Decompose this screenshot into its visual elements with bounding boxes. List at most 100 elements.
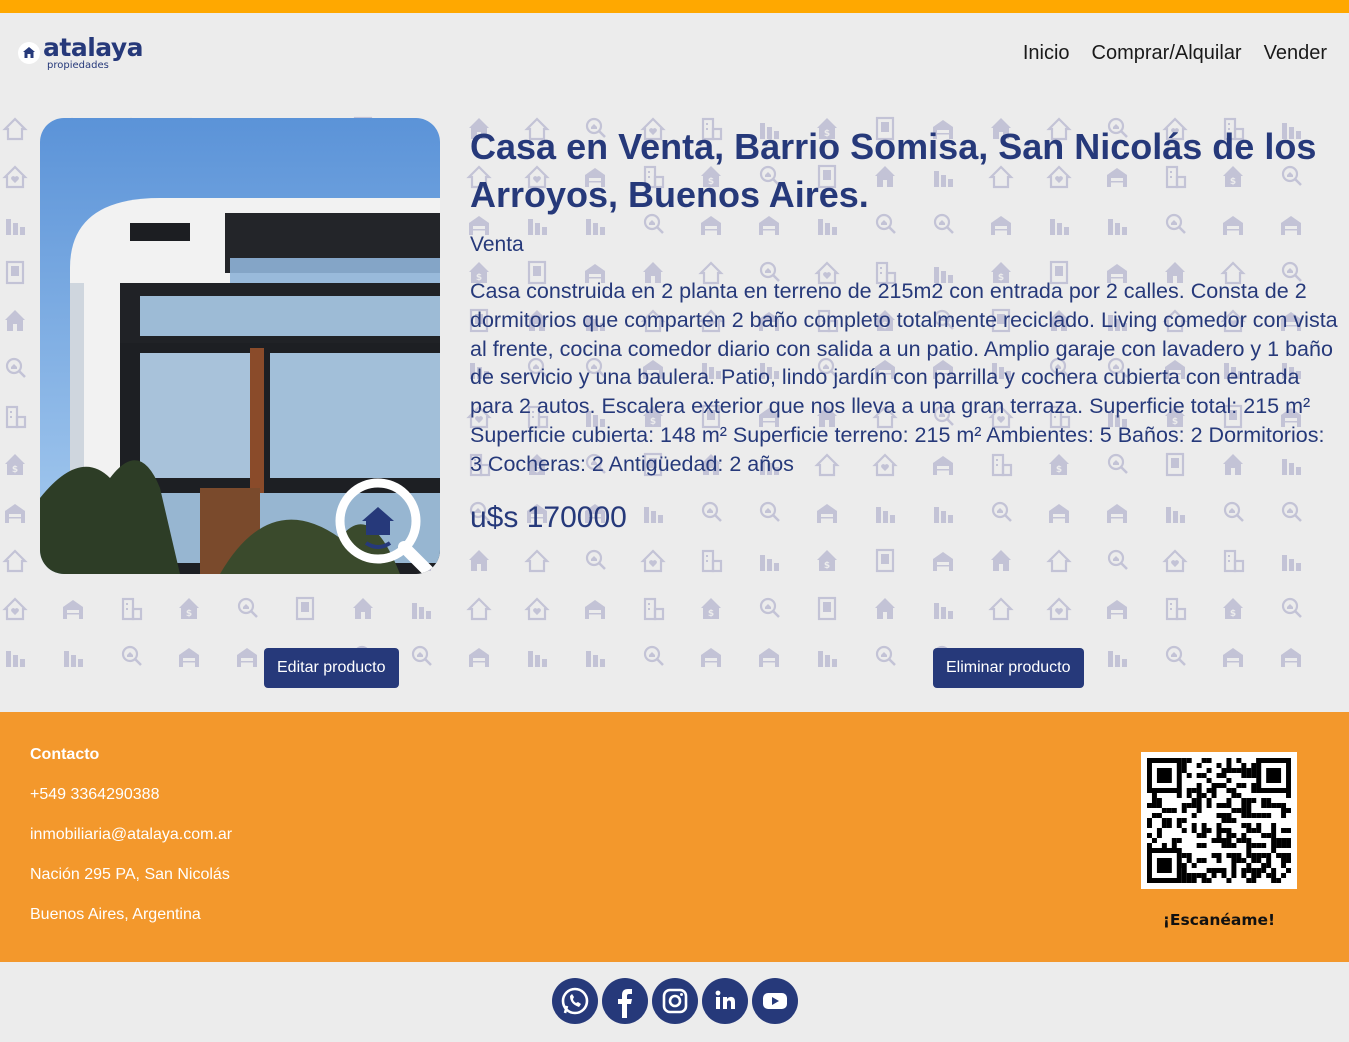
pattern-icon <box>411 645 433 667</box>
linkedin-icon[interactable] <box>702 978 748 1024</box>
logo-wordmark: atalaya <box>43 33 144 62</box>
pattern-icon <box>6 651 25 667</box>
pattern-icon <box>1282 555 1301 571</box>
social-links <box>552 978 798 1024</box>
pattern-icon <box>525 597 549 621</box>
pattern-icon <box>3 549 27 573</box>
pattern-icon <box>875 598 895 619</box>
contact-address: Nación 295 PA, San Nicolás <box>30 866 230 883</box>
site-footer: Contacto +549 3364290388 inmobiliaria@at… <box>0 712 1349 962</box>
main-nav: Inicio Comprar/Alquilar Vender <box>1023 42 1327 65</box>
pattern-icon <box>5 405 27 429</box>
pattern-icon <box>643 645 665 667</box>
pattern-icon <box>64 651 83 667</box>
pattern-icon <box>179 648 199 667</box>
nav-comprar-alquilar[interactable]: Comprar/Alquilar <box>1092 42 1242 65</box>
pattern-icon <box>5 504 25 523</box>
property-detail: $ Casa en Venta, Barrio Somisa, San Nico… <box>0 93 1349 712</box>
pattern-icon <box>875 645 897 667</box>
pattern-icon <box>760 555 779 571</box>
pattern-icon <box>585 600 605 619</box>
property-description: Casa construida en 2 planta en terreno d… <box>470 279 1338 476</box>
pattern-icon <box>5 260 25 285</box>
pattern-icon <box>643 597 665 621</box>
pattern-icon <box>237 597 259 619</box>
property-photo[interactable] <box>40 118 440 574</box>
pattern-icon <box>989 597 1013 621</box>
contact-email[interactable]: inmobiliaria@atalaya.com.ar <box>30 826 232 844</box>
property-operation: Venta <box>470 233 524 256</box>
pattern-icon <box>121 597 143 621</box>
pattern-icon <box>3 165 27 189</box>
pattern-icon <box>875 548 895 573</box>
pattern-icon <box>1165 645 1187 667</box>
pattern-icon <box>1281 648 1301 667</box>
pattern-icon <box>3 117 27 141</box>
instagram-icon[interactable] <box>652 978 698 1024</box>
pattern-icon <box>1281 597 1303 619</box>
pattern-icon <box>353 598 373 619</box>
pattern-icon <box>1107 600 1127 619</box>
pattern-icon <box>1223 648 1243 667</box>
pattern-icon <box>467 597 491 621</box>
pattern-icon <box>469 550 489 571</box>
logo-tagline: propiedades <box>47 60 109 71</box>
contact-phone[interactable]: +549 3364290388 <box>30 786 232 804</box>
nav-vender[interactable]: Vender <box>1264 42 1327 65</box>
pattern-icon <box>1047 549 1071 573</box>
pattern-icon <box>817 596 837 621</box>
pattern-icon <box>701 549 723 573</box>
contact-city: Buenos Aires, Argentina <box>30 906 201 923</box>
pattern-icon <box>818 651 837 667</box>
pattern-icon <box>1047 597 1071 621</box>
pattern-icon <box>63 600 83 619</box>
pattern-icon <box>528 651 547 667</box>
pattern-icon <box>586 651 605 667</box>
top-accent-bar <box>0 0 1349 13</box>
pattern-icon <box>5 357 27 379</box>
contact-block: Contacto +549 3364290388 inmobiliaria@at… <box>30 746 232 946</box>
youtube-icon[interactable] <box>752 978 798 1024</box>
pattern-icon <box>933 552 953 571</box>
pattern-icon <box>1223 549 1245 573</box>
pattern-icon <box>701 598 721 619</box>
pattern-icon <box>934 603 953 619</box>
property-title: Casa en Venta, Barrio Somisa, San Nicolá… <box>470 126 1317 215</box>
property-details: Casa en Venta, Barrio Somisa, San Nicolá… <box>470 123 1340 535</box>
pattern-icon <box>641 549 665 573</box>
pattern-icon <box>3 597 27 621</box>
qr-code <box>1141 752 1297 889</box>
pattern-icon <box>237 648 257 667</box>
pattern-icon <box>469 648 489 667</box>
pattern-icon <box>759 597 781 619</box>
pattern-icon <box>121 645 143 667</box>
pattern-icon <box>525 549 549 573</box>
pattern-icon <box>1223 598 1243 619</box>
pattern-icon <box>5 310 25 331</box>
pattern-icon <box>1108 651 1127 667</box>
pattern-icon <box>585 549 607 571</box>
pattern-icon <box>1107 549 1129 571</box>
logo[interactable]: atalaya propiedades <box>18 33 144 71</box>
pattern-icon <box>295 596 315 621</box>
contact-title: Contacto <box>30 746 100 763</box>
whatsapp-icon[interactable] <box>552 978 598 1024</box>
pattern-icon <box>6 219 25 235</box>
nav-inicio[interactable]: Inicio <box>1023 42 1070 65</box>
pattern-icon <box>5 454 25 475</box>
pattern-icon <box>701 648 721 667</box>
property-price: u$s 170000 <box>470 500 627 534</box>
pattern-icon <box>991 550 1011 571</box>
pattern-icon <box>412 603 431 619</box>
pattern-icon <box>179 598 199 619</box>
pattern-icon <box>1163 549 1187 573</box>
site-header: atalaya propiedades Inicio Comprar/Alqui… <box>0 13 1349 93</box>
edit-product-button[interactable]: Editar producto <box>264 648 399 688</box>
pattern-icon <box>1165 597 1187 621</box>
delete-product-button[interactable]: Eliminar producto <box>933 648 1084 688</box>
logo-house-icon <box>18 42 40 64</box>
pattern-icon <box>817 550 837 571</box>
facebook-icon[interactable] <box>602 978 648 1024</box>
qr-label: ¡Escanéame! <box>1162 911 1276 929</box>
pattern-icon <box>759 648 779 667</box>
